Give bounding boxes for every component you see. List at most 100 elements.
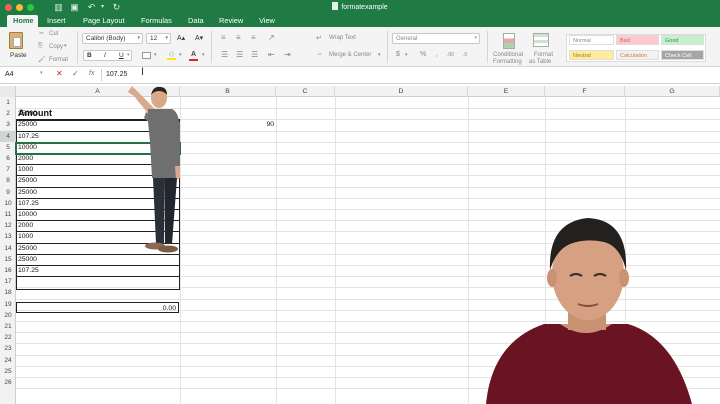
tab-review[interactable]: Review xyxy=(219,15,243,27)
tab-page-layout[interactable]: Page Layout xyxy=(83,15,125,27)
decrease-indent-icon[interactable]: ⇤ xyxy=(268,50,275,59)
font-size-select[interactable]: 12 ▾ xyxy=(146,33,171,44)
ribbon-separator xyxy=(211,31,212,63)
decrease-font-size-icon[interactable]: A▾ xyxy=(195,34,203,42)
italic-button[interactable]: I xyxy=(104,52,106,59)
row-header[interactable]: 22 xyxy=(0,332,16,343)
row-header[interactable]: 19 xyxy=(0,299,16,310)
format-as-table-icon[interactable] xyxy=(533,33,549,47)
row-header[interactable]: 21 xyxy=(0,321,16,332)
underline-button[interactable]: U xyxy=(119,52,124,59)
format-as-table-label-2[interactable]: as Table xyxy=(529,59,551,65)
paste-label[interactable]: Paste xyxy=(10,52,27,59)
insert-function-icon[interactable]: fx xyxy=(89,70,94,77)
paste-icon[interactable] xyxy=(9,32,23,49)
copy-dropdown-icon[interactable]: ▾ xyxy=(64,43,67,49)
font-name-select[interactable]: Calibri (Body) ▾ xyxy=(82,33,143,44)
underline-dropdown-icon[interactable]: ▾ xyxy=(127,52,130,58)
style-good[interactable]: Good xyxy=(661,35,704,45)
row-header[interactable]: 4 xyxy=(0,130,16,142)
tab-insert[interactable]: Insert xyxy=(47,15,65,27)
decrease-decimal-icon[interactable]: .0 xyxy=(463,52,467,58)
row-header[interactable]: 17 xyxy=(0,276,16,287)
column-header-b[interactable]: B xyxy=(180,86,276,97)
merge-dropdown-icon[interactable]: ▾ xyxy=(378,52,381,58)
align-left-icon[interactable]: ☰ xyxy=(221,50,228,59)
cut-button[interactable]: Cut xyxy=(49,31,58,37)
comma-style-icon[interactable]: , xyxy=(436,51,438,58)
name-box-dropdown-icon[interactable]: ▾ xyxy=(40,70,43,76)
text-orientation-icon[interactable]: ↗ xyxy=(268,33,275,42)
column-header-d[interactable]: D xyxy=(335,86,468,97)
style-normal[interactable]: Normal xyxy=(569,35,614,45)
merge-center-button[interactable]: Merge & Center xyxy=(329,52,371,58)
row-header[interactable]: 11 xyxy=(0,209,16,220)
align-center-icon[interactable]: ☰ xyxy=(236,50,243,59)
align-right-icon[interactable]: ☰ xyxy=(251,50,258,59)
tab-home[interactable]: Home xyxy=(13,15,34,27)
cell-a18[interactable]: 0.00 xyxy=(16,302,179,314)
fill-color-dropdown-icon[interactable]: ▾ xyxy=(179,52,182,58)
row-header[interactable]: 12 xyxy=(0,220,16,231)
row-header[interactable]: 25 xyxy=(0,366,16,377)
font-color-dropdown-icon[interactable]: ▾ xyxy=(202,52,205,58)
enter-icon[interactable]: ✓ xyxy=(72,69,79,78)
borders-icon[interactable] xyxy=(142,52,151,59)
align-bottom-icon[interactable]: ≡ xyxy=(251,33,256,42)
increase-indent-icon[interactable]: ⇥ xyxy=(284,50,291,59)
row-header[interactable]: 6 xyxy=(0,153,16,164)
row-header[interactable]: 26 xyxy=(0,377,16,388)
row-header[interactable]: 20 xyxy=(0,310,16,321)
row-header[interactable]: 23 xyxy=(0,343,16,354)
row-header[interactable]: 2 xyxy=(0,108,16,119)
increase-decimal-icon[interactable]: .00 xyxy=(447,52,454,58)
column-header-c[interactable]: C xyxy=(276,86,335,97)
tab-formulas[interactable]: Formulas xyxy=(141,15,172,27)
row-header[interactable]: 1 xyxy=(0,97,16,108)
tab-view[interactable]: View xyxy=(259,15,275,27)
column-header-e[interactable]: E xyxy=(468,86,545,97)
row-header[interactable]: 18 xyxy=(0,287,16,298)
row-header[interactable]: 10 xyxy=(0,198,16,209)
copy-button[interactable]: Copy xyxy=(49,44,63,50)
name-box[interactable]: A4 xyxy=(5,71,14,78)
cancel-icon[interactable]: ✕ xyxy=(56,69,63,78)
align-middle-icon[interactable]: ≡ xyxy=(236,33,241,42)
row-header[interactable]: 15 xyxy=(0,254,16,265)
style-check-cell[interactable]: Check Cell xyxy=(661,50,704,60)
column-header-g[interactable]: G xyxy=(625,86,720,97)
bold-button[interactable]: B xyxy=(87,52,92,59)
increase-font-size-icon[interactable]: A▴ xyxy=(177,34,185,42)
style-calculation[interactable]: Calculation xyxy=(616,50,659,60)
row-header[interactable]: 7 xyxy=(0,164,16,175)
number-format-select[interactable]: General ▾ xyxy=(392,33,480,44)
borders-dropdown-icon[interactable]: ▾ xyxy=(154,52,157,58)
conditional-formatting-label-1[interactable]: Conditional xyxy=(493,52,523,58)
conditional-formatting-label-2[interactable]: Formatting xyxy=(493,59,522,65)
format-painter-button[interactable]: Format xyxy=(49,57,68,63)
style-bad[interactable]: Bad xyxy=(616,35,659,45)
column-header-f[interactable]: F xyxy=(545,86,625,97)
percent-icon[interactable]: % xyxy=(420,51,426,58)
format-as-table-label-1[interactable]: Format xyxy=(534,52,553,58)
row-header[interactable]: 8 xyxy=(0,175,16,186)
row-header[interactable]: 14 xyxy=(0,243,16,254)
conditional-formatting-icon[interactable] xyxy=(503,33,515,49)
formula-input[interactable]: 107.25 xyxy=(106,71,127,78)
align-top-icon[interactable]: ≡ xyxy=(221,33,226,42)
currency-dropdown-icon[interactable]: ▾ xyxy=(405,52,408,58)
row-header[interactable]: 3 xyxy=(0,119,16,130)
currency-icon[interactable]: $ xyxy=(396,51,400,58)
row-header[interactable]: 16 xyxy=(0,265,16,276)
style-neutral[interactable]: Neutral xyxy=(569,50,614,60)
select-all-button[interactable] xyxy=(0,86,16,97)
row-header[interactable]: 5 xyxy=(0,142,16,153)
row-header[interactable]: 24 xyxy=(0,355,16,366)
cell-b2[interactable]: 90 xyxy=(180,119,274,130)
tab-data[interactable]: Data xyxy=(188,15,204,27)
row-header[interactable]: 9 xyxy=(0,187,16,198)
fill-color-icon[interactable]: ◇ xyxy=(167,51,176,60)
row-header[interactable]: 13 xyxy=(0,231,16,242)
wrap-text-button[interactable]: Wrap Text xyxy=(329,35,356,41)
font-color-icon[interactable]: A xyxy=(189,51,198,61)
